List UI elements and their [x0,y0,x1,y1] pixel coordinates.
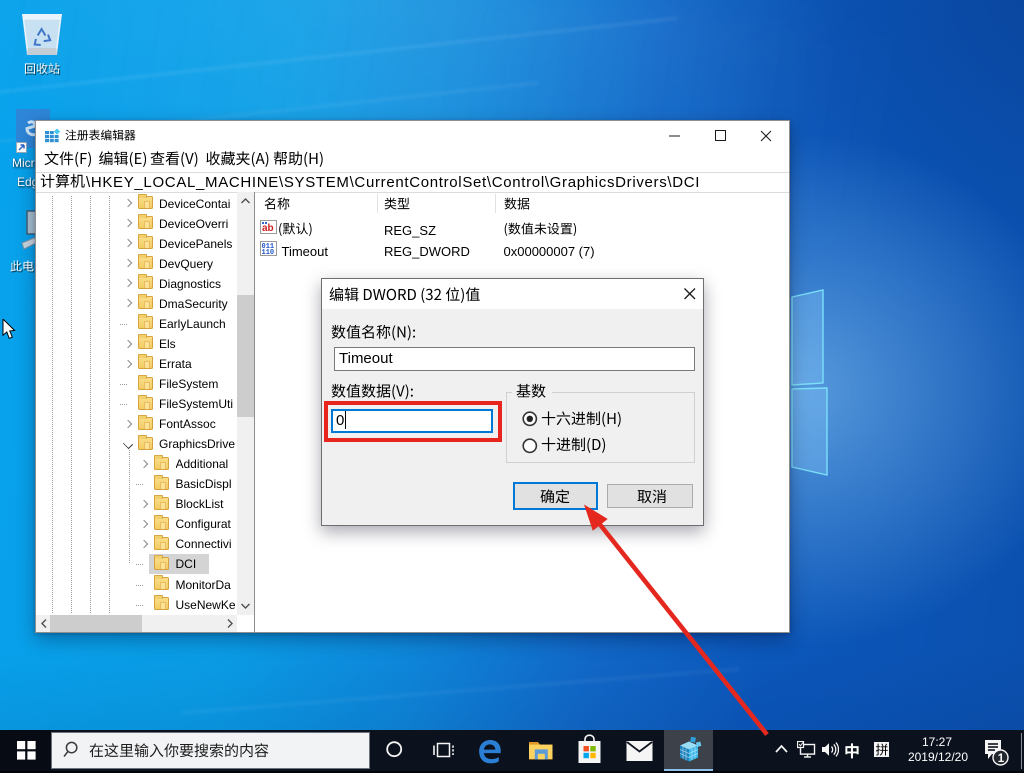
svg-text:110: 110 [262,249,275,256]
svg-text:ab: ab [262,223,274,234]
svg-text:1: 1 [998,753,1005,765]
